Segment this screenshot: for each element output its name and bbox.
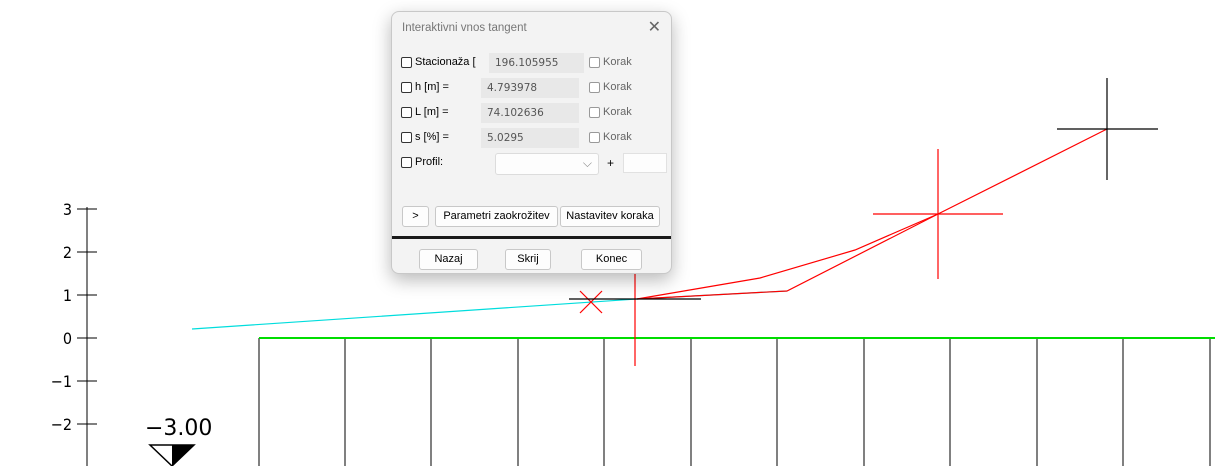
- y-axis: 3 2 1 0 −1 −2: [51, 200, 97, 466]
- chevron-down-icon: ⌵: [582, 156, 592, 170]
- profile-select[interactable]: ⌵: [495, 153, 599, 175]
- height-row: h [m] = 4.793978 Korak: [401, 78, 666, 98]
- station-row: Stacionaža [ 196.105955 Korak: [401, 53, 666, 73]
- back-button[interactable]: Nazaj: [419, 249, 478, 270]
- step-settings-button[interactable]: Nastavitev koraka: [560, 206, 660, 227]
- height-checkbox[interactable]: [401, 82, 412, 93]
- dialog-title: Interaktivni vnos tangent: [402, 22, 527, 34]
- length-checkbox[interactable]: [401, 107, 412, 118]
- slope-value[interactable]: 5.0295: [481, 128, 579, 148]
- tangent-input-dialog: Interaktivni vnos tangent ✕ Stacionaža […: [391, 11, 672, 274]
- dialog-separator: [392, 236, 671, 239]
- profile-row: Profil: ⌵ +: [401, 153, 667, 175]
- station-value[interactable]: 196.105955: [489, 53, 584, 73]
- station-checkbox[interactable]: [401, 57, 412, 68]
- profile-checkbox[interactable]: [401, 157, 412, 168]
- height-step-label: Korak: [603, 81, 632, 93]
- slope-step-checkbox[interactable]: [589, 132, 600, 143]
- slope-row: s [%] = 5.0295 Korak: [401, 128, 666, 148]
- station-step-label: Korak: [603, 56, 632, 68]
- station-step-checkbox[interactable]: [589, 57, 600, 68]
- tangent-lines: [636, 128, 1108, 300]
- close-icon[interactable]: ✕: [648, 17, 661, 37]
- level-marker-label: −3.00: [145, 416, 212, 441]
- level-marker: −3.00: [145, 416, 212, 466]
- station-grid: [258, 338, 1211, 466]
- expand-button[interactable]: >: [402, 206, 429, 227]
- vertex-crosshair-red[interactable]: [873, 149, 1003, 279]
- slope-step-label: Korak: [603, 131, 632, 143]
- hide-button[interactable]: Skrij: [505, 249, 551, 270]
- y-tick-label: 2: [63, 243, 72, 262]
- length-row: L [m] = 74.102636 Korak: [401, 103, 666, 123]
- height-value[interactable]: 4.793978: [481, 78, 579, 98]
- end-button[interactable]: Konec: [581, 249, 642, 270]
- profile-label: Profil:: [415, 156, 444, 168]
- length-value[interactable]: 74.102636: [481, 103, 579, 123]
- plus-label: +: [607, 156, 615, 170]
- cursor-crosshair: [569, 268, 701, 366]
- station-label: Stacionaža [: [415, 56, 476, 68]
- y-tick-label: 0: [63, 329, 72, 348]
- height-step-checkbox[interactable]: [589, 82, 600, 93]
- endpoint-crosshair[interactable]: [1057, 78, 1158, 180]
- length-step-checkbox[interactable]: [589, 107, 600, 118]
- y-tick-label: −2: [51, 415, 72, 434]
- y-tick-label: 1: [63, 286, 72, 305]
- slope-checkbox[interactable]: [401, 132, 412, 143]
- length-label: L [m] =: [415, 106, 449, 118]
- y-tick-label: −1: [51, 372, 72, 391]
- rounding-parameters-button[interactable]: Parametri zaokrožitev: [435, 206, 558, 227]
- height-label: h [m] =: [415, 81, 449, 93]
- slope-label: s [%] =: [415, 131, 449, 143]
- length-step-label: Korak: [603, 106, 632, 118]
- profile-line: [191, 290, 788, 330]
- y-tick-label: 3: [63, 200, 72, 219]
- profile-offset-input[interactable]: [623, 153, 667, 173]
